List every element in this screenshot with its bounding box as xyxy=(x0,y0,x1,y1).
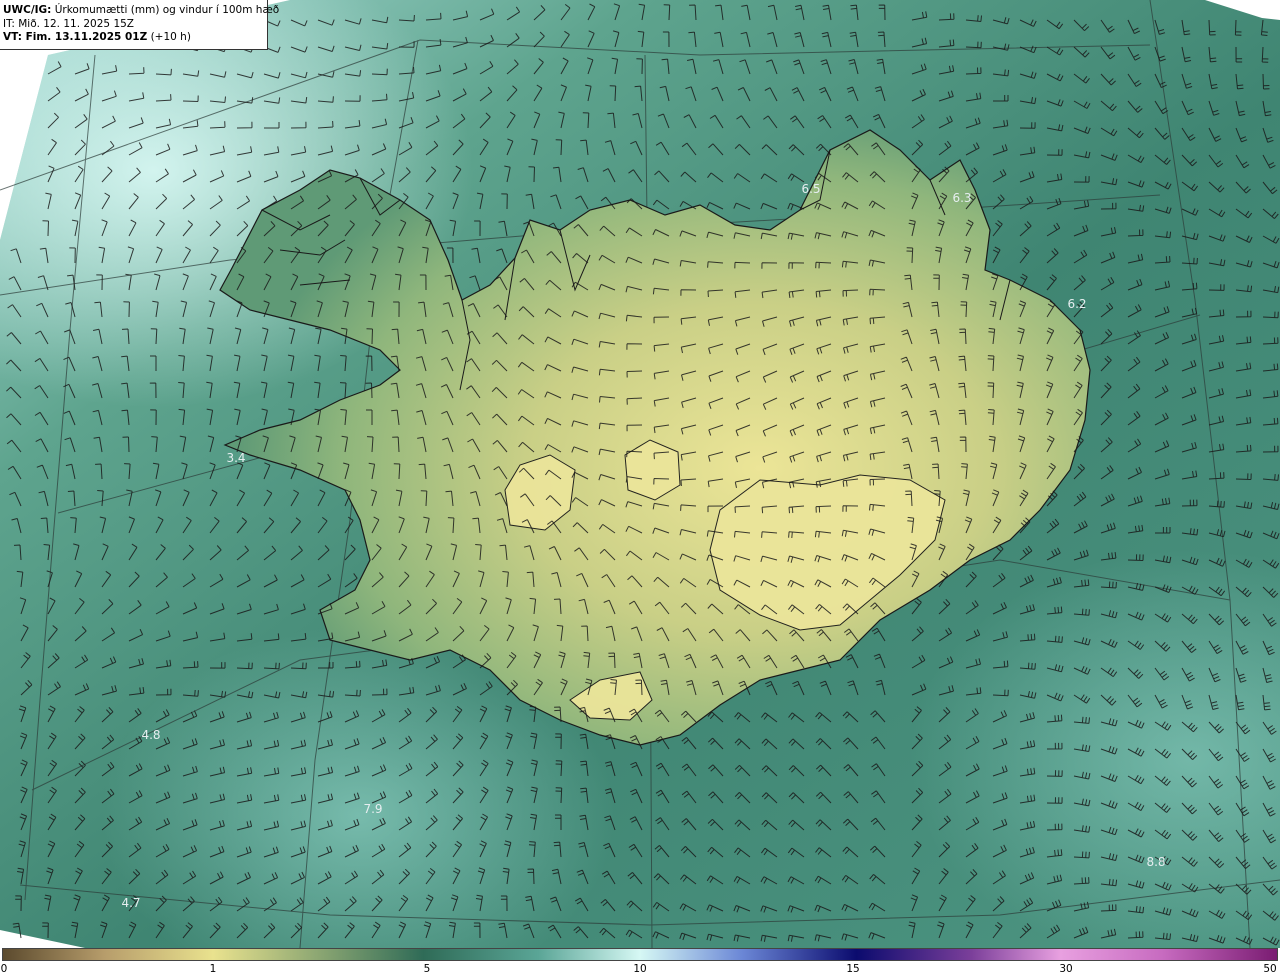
colorbar-tick: 10 xyxy=(633,963,647,975)
product-code: UWC/IG: xyxy=(3,4,52,16)
colorbar-legend: 0 1 5 10 15 30 50 xyxy=(0,948,1280,978)
valid-time-offset: (+10 h) xyxy=(150,31,191,43)
colorbar-tick: 30 xyxy=(1059,963,1073,975)
valid-time: VT: Fim. 13.11.2025 01Z xyxy=(3,31,148,43)
map-info-box: UWC/IG: Úrkomumætti (mm) og vindur í 100… xyxy=(0,0,279,50)
map-label: 7.9 xyxy=(363,802,382,816)
map-label: 8.8 xyxy=(1146,855,1165,869)
colorbar-tick: 5 xyxy=(423,963,431,975)
product-title: Úrkomumætti (mm) og vindur í 100m hæð xyxy=(54,4,280,16)
product-title-line: UWC/IG: Úrkomumætti (mm) og vindur í 100… xyxy=(3,4,279,18)
weather-map: 6.5 6.3 6.2 3.4 4.8 7.9 4.7 8.8 xyxy=(0,0,1280,948)
issue-time: IT: Mið. 12. 11. 2025 15Z xyxy=(3,17,134,30)
map-label: 6.5 xyxy=(801,182,820,196)
colorbar-tick: 0 xyxy=(0,963,8,975)
map-label: 4.8 xyxy=(141,728,160,742)
colorbar-tick: 15 xyxy=(846,963,860,975)
map-label: 6.2 xyxy=(1067,297,1086,311)
colorbar-tick: 50 xyxy=(1263,963,1277,975)
colorbar-gradient xyxy=(2,948,1278,961)
map-label: 6.3 xyxy=(952,191,971,205)
map-label: 3.4 xyxy=(226,451,245,465)
colorbar-tick: 1 xyxy=(209,963,217,975)
valid-time-line: VT: Fim. 13.11.2025 01Z (+10 h) xyxy=(3,31,264,45)
map-label: 4.7 xyxy=(121,896,140,910)
